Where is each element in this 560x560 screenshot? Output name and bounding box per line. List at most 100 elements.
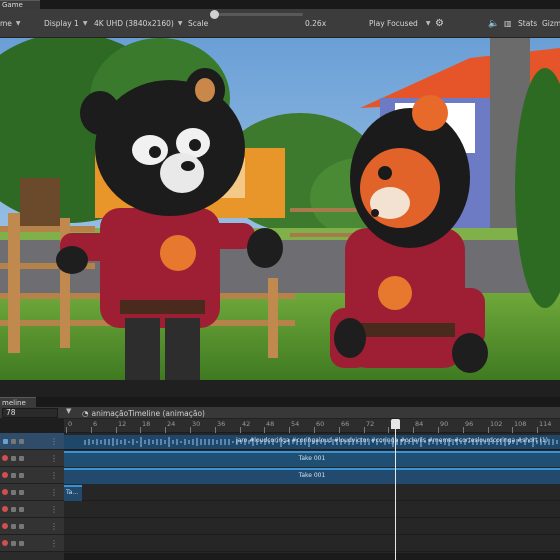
track-header-animation-1[interactable]: ⋮ <box>0 450 64 467</box>
record-icon[interactable] <box>2 489 8 495</box>
ruler-tick-label: 102 <box>490 420 503 428</box>
waveform-bar <box>556 439 558 445</box>
waveform-bar <box>548 439 550 445</box>
asset-dropdown-icon[interactable]: ▼ <box>66 407 71 415</box>
scale-value: 0.26x <box>305 19 327 28</box>
lock-icon[interactable] <box>11 489 16 495</box>
lock-icon[interactable] <box>11 438 16 444</box>
chevron-down-icon: ▼ <box>82 20 88 27</box>
track-header-animation-4[interactable]: ⋮ <box>0 501 64 518</box>
display-dropdown[interactable]: Display 1 ▼ <box>44 9 87 38</box>
chevron-down-icon: ▼ <box>15 20 21 27</box>
track-row-empty-1 <box>64 501 560 518</box>
chevron-down-icon: ▼ <box>177 20 183 27</box>
view-mode-label: me <box>0 19 12 28</box>
record-icon[interactable] <box>2 506 8 512</box>
timeline-asset[interactable]: ◔ animaçãoTimeline (animação) <box>82 407 205 419</box>
tab-game[interactable]: Game <box>0 0 40 9</box>
tab-strip <box>0 0 560 9</box>
waveform-bar <box>552 438 554 446</box>
mute-icon[interactable] <box>19 489 24 495</box>
ruler-tick-label: 42 <box>242 420 251 428</box>
record-icon[interactable] <box>2 540 8 546</box>
ruler-tick-label: 60 <box>316 420 325 428</box>
record-icon[interactable] <box>2 523 8 529</box>
time-ruler[interactable]: 0612182430364248546066727884909610210811… <box>64 419 560 433</box>
track-area[interactable]: jaro #loudcoringa #coringaloud #loudvict… <box>64 433 560 560</box>
game-viewport[interactable] <box>0 38 560 380</box>
ruler-tick-label: 0 <box>68 420 73 428</box>
current-frame-field[interactable]: 78 <box>2 408 58 418</box>
track-header-animation-3[interactable]: ⋮ <box>0 484 64 501</box>
settings-gear-icon[interactable]: ⚙ <box>435 9 444 38</box>
chevron-down-icon: ▼ <box>425 20 431 27</box>
track-header-audio[interactable]: ⋮ <box>0 433 64 450</box>
lock-icon[interactable] <box>11 455 16 461</box>
lock-icon[interactable] <box>11 506 16 512</box>
track-row-audio: jaro #loudcoringa #coringaloud #loudvict… <box>64 433 560 450</box>
more-options-icon[interactable]: ⋮ <box>50 454 58 463</box>
track-row-empty-2 <box>64 518 560 535</box>
animation-clip-label: Take 001 <box>298 472 326 479</box>
tab-timeline-label: meline <box>2 398 26 407</box>
scale-label: Scale <box>188 19 209 28</box>
ruler-tick-label: 84 <box>415 420 424 428</box>
more-options-icon[interactable]: ⋮ <box>50 488 58 497</box>
timeline-tab-strip <box>0 397 560 407</box>
track-header-panel: ⋮ ⋮ ⋮ ⋮ ⋮ ⋮ ⋮ <box>0 433 64 560</box>
ruler-tick-label: 114 <box>539 420 552 428</box>
stats-button[interactable]: Stats <box>518 9 537 38</box>
more-options-icon[interactable]: ⋮ <box>50 471 58 480</box>
mute-icon[interactable] <box>19 438 24 444</box>
viewport-footer <box>0 380 560 397</box>
ruler-tick-label: 108 <box>514 420 527 428</box>
track-row-animation-3: Ta... <box>64 484 560 501</box>
mute-icon[interactable] <box>19 506 24 512</box>
lock-icon[interactable] <box>11 523 16 529</box>
more-options-icon[interactable]: ⋮ <box>50 522 58 531</box>
ruler-tick-label: 12 <box>118 420 127 428</box>
ruler-tick-label: 54 <box>291 420 300 428</box>
record-icon[interactable] <box>2 455 8 461</box>
audio-clip[interactable]: jaro #loudcoringa #coringaloud #loudvict… <box>64 435 560 449</box>
mute-audio-icon[interactable]: 🔈 <box>488 9 499 38</box>
resolution-dropdown[interactable]: 4K UHD (3840x2160) ▼ <box>94 9 182 38</box>
play-mode-dropdown[interactable]: Play Focused ▼ <box>369 9 430 38</box>
lock-icon[interactable] <box>11 540 16 546</box>
mute-icon[interactable] <box>19 455 24 461</box>
animation-clip[interactable]: Ta... <box>64 485 82 501</box>
display-label: Display 1 <box>44 19 79 28</box>
timeline-asset-label: animaçãoTimeline (animação) <box>91 408 205 418</box>
gizmos-button[interactable]: Gizmo <box>542 9 560 38</box>
scale-slider-track[interactable] <box>213 13 303 16</box>
track-header-animation-5[interactable]: ⋮ <box>0 518 64 535</box>
mute-icon[interactable] <box>19 523 24 529</box>
tab-timeline[interactable]: meline <box>0 397 36 407</box>
horizontal-scrollbar[interactable] <box>64 553 560 560</box>
ruler-tick-label: 48 <box>266 420 275 428</box>
more-options-icon[interactable]: ⋮ <box>50 437 58 446</box>
animation-clip-label: Take 001 <box>298 455 326 462</box>
lock-icon[interactable] <box>11 472 16 478</box>
ruler-tick-label: 18 <box>142 420 151 428</box>
mute-icon[interactable] <box>19 472 24 478</box>
mute-icon[interactable] <box>19 540 24 546</box>
track-row-animation-1: Take 001 <box>64 450 560 467</box>
more-options-icon[interactable]: ⋮ <box>50 505 58 514</box>
record-icon[interactable] <box>2 472 8 478</box>
animation-clip[interactable]: Take 001 <box>64 451 560 467</box>
audio-track-icon <box>3 438 8 444</box>
ruler-tick-label: 96 <box>465 420 474 428</box>
ruler-tick-label: 72 <box>366 420 375 428</box>
track-header-animation-6[interactable]: ⋮ <box>0 535 64 552</box>
ruler-tick-label: 24 <box>167 420 176 428</box>
scale-slider-handle[interactable] <box>210 10 219 19</box>
track-header-animation-2[interactable]: ⋮ <box>0 467 64 484</box>
playhead-handle[interactable] <box>391 419 400 429</box>
more-options-icon[interactable]: ⋮ <box>50 539 58 548</box>
ruler-tick-label: 6 <box>93 420 98 428</box>
ruler-tick-label: 66 <box>341 420 350 428</box>
animation-clip[interactable]: Take 001 <box>64 468 560 484</box>
view-mode-dropdown[interactable]: me ▼ <box>0 9 21 38</box>
ruler-tick-label: 36 <box>217 420 226 428</box>
